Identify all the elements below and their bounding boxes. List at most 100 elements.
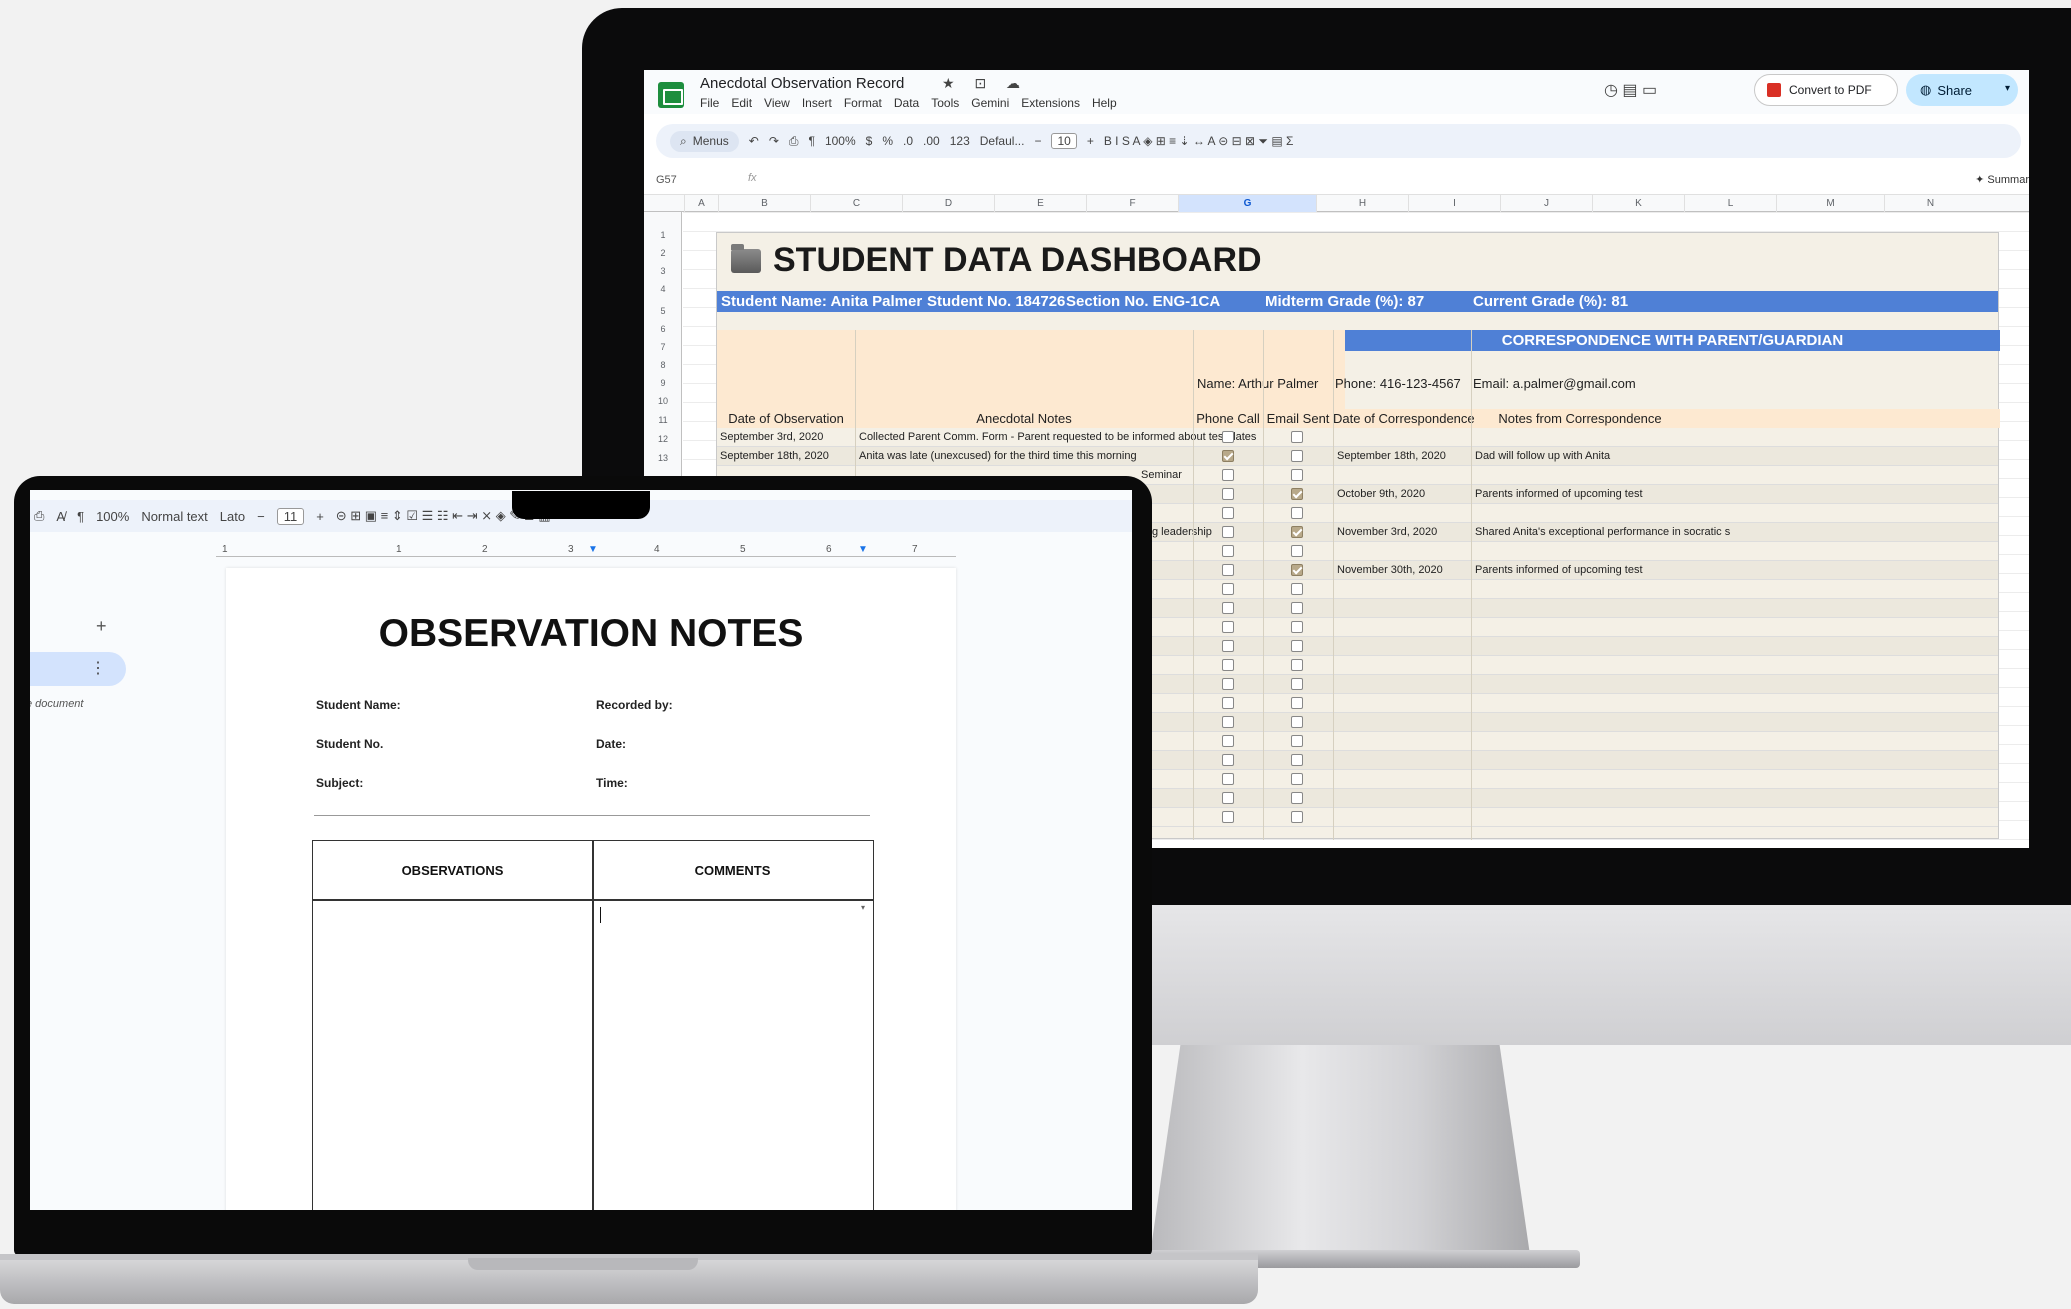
row-header[interactable]: 9 <box>644 378 682 388</box>
email-sent-checkbox[interactable] <box>1291 811 1303 823</box>
correspondence-note[interactable]: Shared Anita's exceptional performance i… <box>1475 526 1730 538</box>
menu-help[interactable]: Help <box>1092 96 1117 110</box>
spellcheck-icon[interactable]: A̸ <box>56 509 65 524</box>
row-header[interactable]: 10 <box>644 396 682 406</box>
sheets-logo-icon[interactable] <box>658 82 684 108</box>
email-sent-checkbox[interactable] <box>1291 431 1303 443</box>
student-name[interactable]: Student Name: Anita Palmer <box>721 293 922 310</box>
document-tab[interactable]: ⋮ <box>30 652 126 686</box>
email-sent-checkbox[interactable] <box>1291 697 1303 709</box>
menu-view[interactable]: View <box>764 96 790 110</box>
phone-call-checkbox[interactable] <box>1222 507 1234 519</box>
contact-phone[interactable]: Phone: 416-123-4567 <box>1335 376 1461 391</box>
anecdotal-note[interactable]: Seminar <box>1141 469 1182 481</box>
phone-call-checkbox[interactable] <box>1222 678 1234 690</box>
ruler[interactable]: 1 1 2 3 4 5 6 7 ▼ ▼ <box>30 540 1132 562</box>
phone-call-checkbox[interactable] <box>1222 811 1234 823</box>
font-size-increase-icon[interactable]: + <box>316 509 324 524</box>
phone-call-checkbox[interactable] <box>1222 469 1234 481</box>
email-sent-checkbox[interactable] <box>1291 678 1303 690</box>
current-grade[interactable]: Current Grade (%): 81 <box>1473 293 1628 310</box>
print-icon[interactable]: ⎙ <box>789 134 799 149</box>
column-header-m[interactable]: M <box>1776 195 1884 213</box>
row-header[interactable]: 11 <box>644 415 682 425</box>
email-sent-checkbox[interactable] <box>1291 773 1303 785</box>
summarize-button[interactable]: ✦ Summar <box>1975 173 2029 186</box>
correspondence-date[interactable]: November 3rd, 2020 <box>1337 526 1437 538</box>
undo-icon[interactable]: ↶ <box>749 134 759 148</box>
menu-file[interactable]: File <box>700 96 719 110</box>
share-button[interactable]: ◍ Share ▾ <box>1906 74 2018 106</box>
phone-call-checkbox[interactable] <box>1222 754 1234 766</box>
font-size-input[interactable]: 11 <box>276 507 305 525</box>
menu-insert[interactable]: Insert <box>802 96 832 110</box>
row-header[interactable]: 5 <box>644 306 682 316</box>
student-number[interactable]: Student No. 184726 <box>927 293 1065 310</box>
phone-call-checkbox[interactable] <box>1222 716 1234 728</box>
zoom-select[interactable]: 100% <box>825 134 856 148</box>
add-tab-icon[interactable]: + <box>96 616 107 637</box>
column-header-n[interactable]: N <box>1884 195 1976 213</box>
convert-to-pdf-button[interactable]: Convert to PDF <box>1754 74 1898 106</box>
contact-email[interactable]: Email: a.palmer@gmail.com <box>1473 376 1636 391</box>
phone-call-checkbox[interactable] <box>1222 659 1234 671</box>
column-header-k[interactable]: K <box>1592 195 1684 213</box>
row-header[interactable]: 3 <box>644 266 682 276</box>
history-comments-meet-icons[interactable]: ◷ ▤ ▭ <box>1604 80 1657 100</box>
font-size-increase-icon[interactable]: + <box>1087 134 1094 148</box>
menu-gemini[interactable]: Gemini <box>971 96 1009 110</box>
percent-format-button[interactable]: % <box>882 134 893 148</box>
font-size-input[interactable]: 10 <box>1051 133 1077 149</box>
font-select[interactable]: Lato <box>220 509 245 524</box>
correspondence-note[interactable]: Parents informed of upcoming test <box>1475 564 1643 576</box>
email-sent-checkbox[interactable] <box>1291 507 1303 519</box>
anecdotal-note[interactable]: Collected Parent Comm. Form - Parent req… <box>859 431 1256 443</box>
menu-edit[interactable]: Edit <box>731 96 752 110</box>
phone-call-checkbox[interactable] <box>1222 450 1234 462</box>
share-caret-icon[interactable]: ▾ <box>2005 83 2010 94</box>
column-header-l[interactable]: L <box>1684 195 1776 213</box>
menus-search[interactable]: ⌕ Menus <box>670 130 739 152</box>
column-header-i[interactable]: I <box>1408 195 1500 213</box>
column-header-f[interactable]: F <box>1086 195 1178 213</box>
column-header-c[interactable]: C <box>810 195 902 213</box>
phone-call-checkbox[interactable] <box>1222 602 1234 614</box>
email-sent-checkbox[interactable] <box>1291 602 1303 614</box>
phone-call-checkbox[interactable] <box>1222 735 1234 747</box>
menu-format[interactable]: Format <box>844 96 882 110</box>
email-sent-checkbox[interactable] <box>1291 621 1303 633</box>
row-header[interactable]: 4 <box>644 284 682 294</box>
email-sent-checkbox[interactable] <box>1291 450 1303 462</box>
font-size-decrease-icon[interactable]: − <box>257 509 265 524</box>
column-header-h[interactable]: H <box>1316 195 1408 213</box>
email-sent-checkbox[interactable] <box>1291 716 1303 728</box>
font-size-decrease-icon[interactable]: − <box>1034 134 1041 148</box>
section-number[interactable]: Section No. ENG-1CA <box>1066 293 1220 310</box>
phone-call-checkbox[interactable] <box>1222 488 1234 500</box>
column-header-g[interactable]: G <box>1178 195 1316 213</box>
phone-call-checkbox[interactable] <box>1222 564 1234 576</box>
correspondence-date[interactable]: November 30th, 2020 <box>1337 564 1443 576</box>
redo-icon[interactable]: ↷ <box>769 134 779 148</box>
more-formats-button[interactable]: 123 <box>950 134 970 148</box>
row-header[interactable]: 8 <box>644 360 682 370</box>
phone-call-checkbox[interactable] <box>1222 640 1234 652</box>
phone-call-checkbox[interactable] <box>1222 621 1234 633</box>
correspondence-date[interactable]: October 9th, 2020 <box>1337 488 1425 500</box>
paint-format-icon[interactable]: ¶ <box>809 134 815 148</box>
email-sent-checkbox[interactable] <box>1291 640 1303 652</box>
phone-call-checkbox[interactable] <box>1222 526 1234 538</box>
row-header[interactable]: 6 <box>644 324 682 334</box>
zoom-select[interactable]: 100% <box>96 509 129 524</box>
email-sent-checkbox[interactable] <box>1291 545 1303 557</box>
font-select[interactable]: Defaul... <box>980 134 1025 148</box>
phone-call-checkbox[interactable] <box>1222 773 1234 785</box>
phone-call-checkbox[interactable] <box>1222 792 1234 804</box>
column-header-j[interactable]: J <box>1500 195 1592 213</box>
row-header[interactable]: 13 <box>644 453 682 463</box>
email-sent-checkbox[interactable] <box>1291 564 1303 576</box>
indent-marker-icon[interactable]: ▼ <box>588 544 598 555</box>
phone-call-checkbox[interactable] <box>1222 583 1234 595</box>
phone-call-checkbox[interactable] <box>1222 697 1234 709</box>
email-sent-checkbox[interactable] <box>1291 526 1303 538</box>
